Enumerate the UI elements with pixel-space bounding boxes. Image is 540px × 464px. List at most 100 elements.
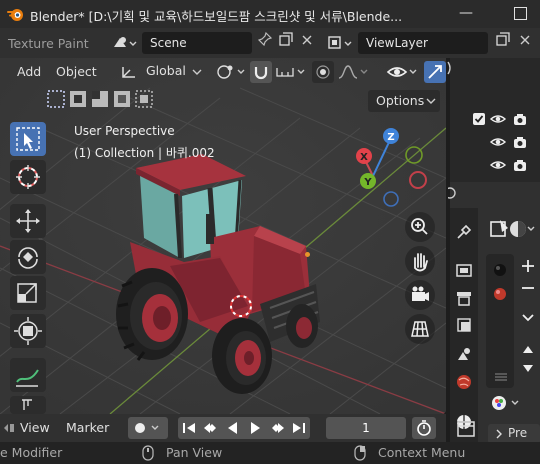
preview-range-button[interactable] xyxy=(412,417,436,439)
play-button[interactable] xyxy=(244,417,266,439)
close-icon xyxy=(520,35,530,45)
render-tab-icon[interactable] xyxy=(454,260,474,280)
perspective-toggle-button[interactable] xyxy=(405,314,435,344)
checkbox-icon[interactable] xyxy=(472,112,486,126)
jump-to-keyframe-button[interactable] xyxy=(200,417,222,439)
3d-viewport[interactable]: Add Object Global Options User Perspecti… xyxy=(0,58,446,414)
eye-icon[interactable] xyxy=(490,158,506,172)
render-layers-icon xyxy=(328,36,352,49)
camera-view-button[interactable] xyxy=(405,280,435,310)
workspace-tab-texture-paint[interactable]: Texture Paint xyxy=(0,28,97,58)
render-camera-icon[interactable] xyxy=(512,157,528,173)
pivot-point-icon[interactable] xyxy=(214,62,250,82)
next-keyframe-button[interactable] xyxy=(266,417,288,439)
play-reverse-button[interactable] xyxy=(222,417,244,439)
falloff-curve-icon[interactable] xyxy=(336,62,370,82)
remove-view-layer-button[interactable] xyxy=(514,32,536,54)
status-right-text: Context Menu xyxy=(378,445,466,460)
play-reverse-icon xyxy=(228,422,237,434)
scene-selector[interactable] xyxy=(110,32,140,54)
options-dropdown[interactable]: Options xyxy=(368,90,440,112)
zoom-button[interactable] xyxy=(405,212,435,242)
slot-controls xyxy=(518,254,538,388)
world-tab-icon[interactable] xyxy=(454,372,474,392)
add-menu[interactable]: Add xyxy=(17,62,41,82)
cursor-tool[interactable] xyxy=(10,160,46,194)
window-title: Blender* [D:\기획 및 교육\하드보일드팜 스크린샷 및 서류\Bl… xyxy=(30,9,403,24)
timeline-marker-menu[interactable]: Marker xyxy=(66,420,109,435)
list-grip-icon[interactable] xyxy=(494,372,508,382)
add-slot-icon[interactable] xyxy=(520,258,536,274)
palette-icon[interactable] xyxy=(490,392,536,414)
snap-target-icon[interactable] xyxy=(274,62,308,82)
render-camera-icon[interactable] xyxy=(512,134,528,150)
scene-tab-icon[interactable] xyxy=(454,344,474,364)
object-menu[interactable]: Object xyxy=(56,62,97,82)
jump-to-start-button[interactable] xyxy=(178,417,200,439)
scene-name-field[interactable]: Scene xyxy=(142,32,252,54)
select-box-tool[interactable] xyxy=(10,122,46,156)
navigation-gizmo[interactable]: X Z Y xyxy=(348,126,432,210)
timeline-header: View Marker 1 xyxy=(0,414,446,442)
output-tab-icon[interactable] xyxy=(454,288,474,308)
move-up-icon[interactable] xyxy=(520,342,536,358)
selection-mode-buttons[interactable] xyxy=(46,88,156,110)
chevron-down-icon[interactable] xyxy=(520,310,536,326)
scale-tool[interactable] xyxy=(10,276,46,310)
snap-toggle-button[interactable] xyxy=(250,61,272,83)
presets-button[interactable]: Pre xyxy=(488,424,540,444)
editor-type-icon[interactable] xyxy=(456,420,476,438)
camera-icon xyxy=(412,286,429,301)
remove-slot-icon[interactable] xyxy=(520,280,536,296)
mouse-right-icon xyxy=(354,445,366,461)
eye-icon[interactable] xyxy=(490,112,506,126)
rotate-tool[interactable] xyxy=(10,240,46,274)
brush-mode-icon[interactable] xyxy=(488,218,510,240)
properties-tab-column xyxy=(450,208,478,442)
jump-to-end-button[interactable] xyxy=(288,417,310,439)
transform-orientation-dropdown[interactable]: Global xyxy=(120,61,210,83)
new-view-layer-button[interactable] xyxy=(492,32,514,54)
zoom-magnifier-icon xyxy=(411,218,428,235)
new-scene-button[interactable] xyxy=(275,32,297,54)
material-slot-black-icon[interactable] xyxy=(492,262,508,278)
material-slot-list[interactable] xyxy=(486,254,514,388)
gizmo-toggle-button[interactable] xyxy=(424,61,446,83)
auto-keying-button[interactable] xyxy=(128,417,168,439)
timeline-editor-icon[interactable] xyxy=(3,422,15,434)
render-camera-icon[interactable] xyxy=(512,111,528,127)
outliner-rows xyxy=(450,102,540,172)
timeline-view-menu[interactable]: View xyxy=(20,420,50,435)
pin-icon xyxy=(257,31,273,47)
view-layer-selector[interactable] xyxy=(326,32,356,54)
prev-keyframe-icon xyxy=(204,423,216,433)
transform-tool[interactable] xyxy=(10,314,46,348)
gizmo-icon xyxy=(428,65,442,79)
gizmo-y-label: Y xyxy=(363,177,372,188)
eye-icon[interactable] xyxy=(490,135,506,149)
tractor-model xyxy=(116,154,320,394)
unlink-scene-button[interactable] xyxy=(296,32,318,54)
minimize-button[interactable]: — xyxy=(456,5,476,23)
pin-scene-button[interactable] xyxy=(254,31,276,54)
material-slot-red-icon[interactable] xyxy=(492,286,508,302)
jump-end-icon xyxy=(293,423,305,433)
outliner-filter-edge xyxy=(447,61,451,75)
shading-sphere-icon[interactable] xyxy=(508,218,538,240)
visibility-eye-icon[interactable] xyxy=(386,61,420,83)
grid-perspective-icon xyxy=(411,321,429,337)
tool-settings-icon[interactable] xyxy=(454,222,474,242)
view-layer-field[interactable]: ViewLayer xyxy=(358,32,488,54)
maximize-button[interactable] xyxy=(514,7,527,20)
magnet-icon xyxy=(254,67,268,80)
measure-tool[interactable] xyxy=(10,396,46,414)
view-layer-tab-icon[interactable] xyxy=(454,316,474,336)
proportional-edit-button[interactable] xyxy=(312,61,334,83)
annotate-tool[interactable] xyxy=(10,358,46,392)
status-middle-text: Pan View xyxy=(166,445,223,460)
move-down-icon[interactable] xyxy=(520,360,536,376)
stopwatch-icon xyxy=(417,420,431,436)
move-tool[interactable] xyxy=(10,204,46,238)
pan-button[interactable] xyxy=(405,246,435,276)
current-frame-field[interactable]: 1 xyxy=(326,417,406,439)
